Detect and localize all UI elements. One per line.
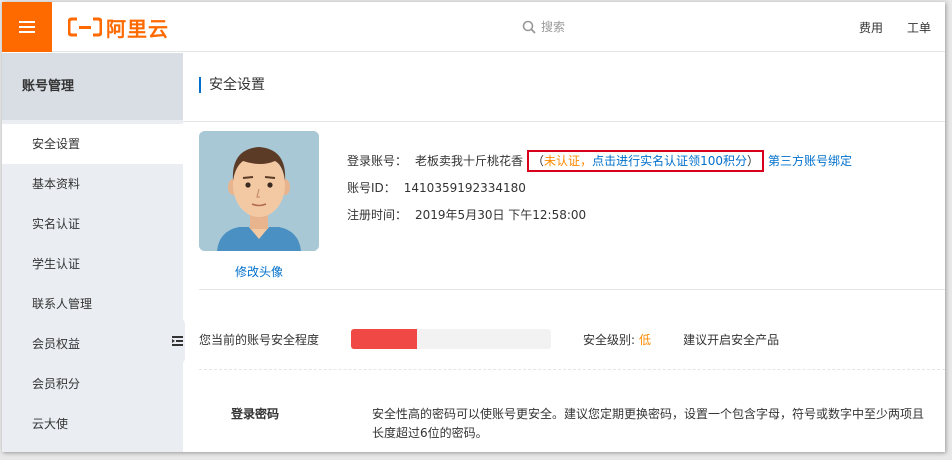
notice-separator: ， bbox=[580, 154, 593, 168]
sidebar-item-member-benefits[interactable]: 会员权益 bbox=[2, 324, 183, 364]
avatar-image bbox=[199, 131, 319, 251]
sidebar-item-contacts[interactable]: 联系人管理 bbox=[2, 284, 183, 324]
header-link-ticket[interactable]: 工单 bbox=[907, 19, 931, 36]
main-content: 安全设置 修改头像 登录账号： 老板卖我十斤桃花香 （未认证，点击进行实名认证领… bbox=[183, 53, 945, 452]
page-title: 安全设置 bbox=[199, 77, 265, 93]
sidebar-item-student[interactable]: 学生认证 bbox=[2, 244, 183, 284]
sidebar-menu: 安全设置 基本资料 实名认证 学生认证 联系人管理 会员权益 会员积分 云大使 bbox=[2, 124, 183, 444]
login-account-label: 登录账号： bbox=[347, 154, 408, 168]
security-level-value: 低 bbox=[639, 332, 652, 347]
account-id-value: 1410359192334180 bbox=[403, 181, 526, 195]
login-password-desc: 安全性高的密码可以使账号更安全。建议您定期更换密码，设置一个包含字母，符号或数字… bbox=[372, 407, 925, 440]
sidebar-collapse-toggle[interactable] bbox=[169, 318, 185, 364]
notice-open-paren: （ bbox=[532, 154, 545, 168]
security-degree-label: 您当前的账号安全程度 bbox=[199, 332, 320, 347]
register-time-value: 2019年5月30日 下午12:58:00 bbox=[415, 208, 587, 222]
menu-icon[interactable] bbox=[2, 2, 52, 52]
sidebar-item-real-name[interactable]: 实名认证 bbox=[2, 204, 183, 244]
sidebar-item-member-points[interactable]: 会员积分 bbox=[2, 364, 183, 404]
notice-close-paren: ） bbox=[746, 154, 759, 168]
divider bbox=[199, 289, 945, 290]
change-avatar-link[interactable]: 修改头像 bbox=[199, 263, 319, 280]
top-header: 阿里云 搜索 费用 工单 bbox=[2, 2, 945, 52]
security-advice-link[interactable]: 建议开启安全产品 bbox=[683, 331, 779, 348]
login-account-value: 老板卖我十斤桃花香 bbox=[415, 154, 524, 168]
security-level-label: 安全级别: bbox=[583, 332, 636, 347]
security-level-row: 您当前的账号安全程度 安全级别: 低 建议开启安全产品 bbox=[199, 329, 779, 349]
sidebar-title: 账号管理 bbox=[2, 53, 183, 120]
avatar[interactable] bbox=[199, 131, 319, 251]
divider bbox=[183, 121, 945, 122]
verification-notice: （未认证，点击进行实名认证领100积分） bbox=[527, 150, 764, 172]
login-password-title: 登录密码 bbox=[231, 407, 280, 421]
search-icon bbox=[522, 20, 536, 34]
logo-text: 阿里云 bbox=[106, 16, 169, 41]
sidebar: 账号管理 安全设置 基本资料 实名认证 学生认证 联系人管理 会员权益 会员积分… bbox=[2, 53, 183, 452]
header-link-billing[interactable]: 费用 bbox=[859, 19, 883, 36]
browser-frame: 阿里云 搜索 费用 工单 账号管理 安全设置 基本资料 实名认证 学生认证 联系… bbox=[2, 2, 945, 452]
register-time-label: 注册时间： bbox=[347, 208, 408, 222]
logo[interactable]: 阿里云 bbox=[68, 14, 169, 41]
divider bbox=[199, 369, 945, 370]
security-level-fill bbox=[351, 329, 417, 349]
header-links: 费用 工单 bbox=[859, 19, 931, 36]
sidebar-item-ambassador[interactable]: 云大使 bbox=[2, 404, 183, 444]
aliyun-logo-icon bbox=[68, 17, 102, 37]
search-box[interactable]: 搜索 bbox=[522, 18, 565, 35]
register-time-row: 注册时间： 2019年5月30日 下午12:58:00 bbox=[347, 207, 852, 234]
login-account-row: 登录账号： 老板卖我十斤桃花香 （未认证，点击进行实名认证领100积分） 第三方… bbox=[347, 150, 852, 180]
verify-now-link[interactable]: 点击进行实名认证领100积分 bbox=[592, 154, 747, 168]
account-info: 登录账号： 老板卖我十斤桃花香 （未认证，点击进行实名认证领100积分） 第三方… bbox=[347, 150, 852, 234]
unverified-text: 未认证 bbox=[544, 154, 581, 168]
search-placeholder: 搜索 bbox=[541, 20, 566, 34]
sidebar-item-basic-info[interactable]: 基本资料 bbox=[2, 164, 183, 204]
third-party-bind-link[interactable]: 第三方账号绑定 bbox=[768, 153, 852, 169]
collapse-icon bbox=[171, 336, 183, 346]
account-id-row: 账号ID： 1410359192334180 bbox=[347, 180, 852, 207]
account-id-label: 账号ID： bbox=[347, 181, 396, 195]
security-level-bar bbox=[351, 329, 551, 349]
sidebar-item-security[interactable]: 安全设置 bbox=[2, 124, 183, 164]
